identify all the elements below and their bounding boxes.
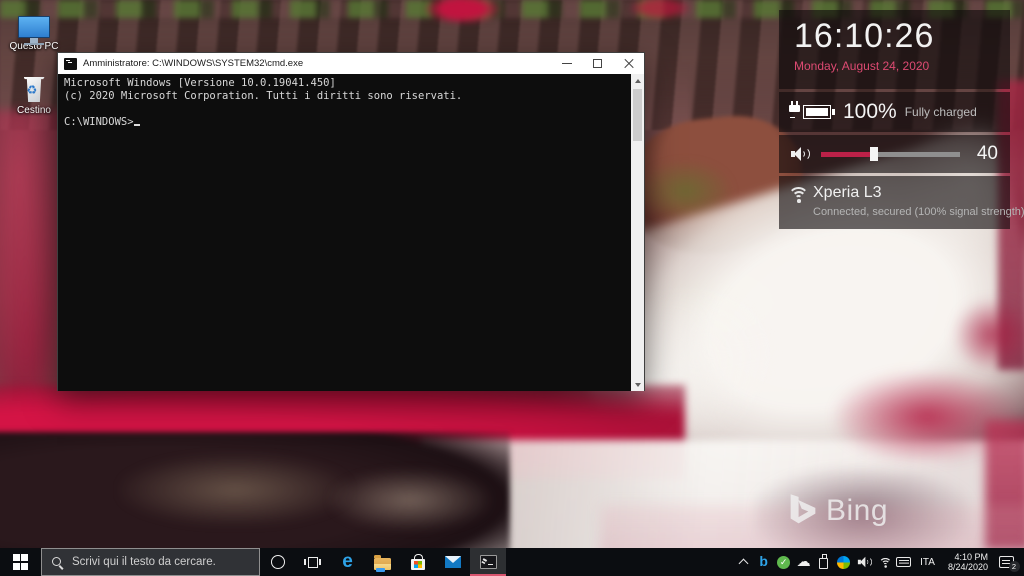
taskbar-task-view-button[interactable] [295, 548, 330, 576]
volume-fill [821, 152, 874, 157]
start-button[interactable] [0, 548, 41, 576]
maximize-button[interactable] [582, 53, 613, 74]
terminal-prompt-line: C:\WINDOWS> [64, 116, 624, 129]
cmd-icon [64, 58, 77, 70]
bing-watermark: Bing [788, 492, 888, 530]
file-explorer-icon [374, 558, 391, 570]
tray-time: 4:10 PM [948, 552, 988, 562]
taskbar-edge-button[interactable] [330, 548, 365, 576]
cloud-icon [797, 553, 811, 571]
terminal-output[interactable]: Microsoft Windows [Versione 10.0.19041.4… [58, 74, 644, 391]
green-check-icon [777, 556, 790, 569]
network-status: Connected, secured (100% signal strength… [813, 206, 1024, 218]
tray-bing-button[interactable] [756, 551, 771, 573]
wifi-icon [879, 557, 888, 568]
search-placeholder-text: Scrivi qui il testo da cercare. [72, 556, 216, 568]
tray-onedrive-button[interactable] [796, 551, 811, 573]
wallpaper-texture [120, 455, 350, 525]
command-prompt-icon [480, 555, 497, 569]
clock-time: 16:10:26 [794, 17, 1010, 55]
wallpaper-texture [425, 0, 500, 24]
cmd-window: Amministratore: C:\WINDOWS\SYSTEM32\cmd.… [57, 52, 645, 391]
clock-date: Monday, August 24, 2020 [794, 59, 1010, 73]
tray-touch-keyboard-button[interactable] [896, 551, 911, 573]
volume-value: 40 [972, 143, 998, 165]
tray-network-button[interactable] [876, 551, 891, 573]
terminal-cursor [134, 116, 140, 126]
wallpaper-texture [955, 300, 1024, 370]
tray-antivirus-button[interactable] [776, 551, 791, 573]
action-center-button[interactable]: 2 [997, 551, 1021, 573]
desktop-icon-questo-pc[interactable]: Questo PC [2, 4, 66, 52]
search-icon [51, 556, 64, 569]
speaker-icon[interactable] [791, 146, 811, 162]
desktop-screen: Bing Questo PC ♻ Cestino 16:10:26 Monday… [0, 0, 1024, 576]
taskbar: Scrivi qui il testo da cercare. ITA 4:10… [0, 548, 1024, 576]
close-button[interactable] [613, 53, 644, 74]
network-panel[interactable]: Xperia L3 Connected, secured (100% signa… [779, 176, 1010, 229]
taskbar-cortana-button[interactable] [260, 548, 295, 576]
system-tray: ITA 4:10 PM 8/24/2020 2 [736, 548, 1024, 576]
volume-slider[interactable] [821, 147, 960, 161]
bing-icon [788, 492, 818, 530]
minimize-button[interactable] [551, 53, 582, 74]
taskbar-store-button[interactable] [400, 548, 435, 576]
store-icon [411, 559, 425, 570]
wifi-icon [788, 186, 810, 203]
terminal-line: Microsoft Windows [Versione 10.0.19041.4… [64, 77, 624, 90]
notification-badge: 2 [1009, 561, 1020, 572]
wallpaper-texture [630, 0, 690, 20]
bing-wordmark: Bing [826, 494, 888, 528]
bing-icon [759, 553, 768, 571]
volume-panel: 40 [779, 135, 1010, 173]
notification-icon: 2 [999, 556, 1014, 568]
this-pc-icon [2, 4, 66, 38]
battery-panel: 100% Fully charged [779, 92, 1010, 132]
taskbar-mail-button[interactable] [435, 548, 470, 576]
task-view-icon [304, 556, 321, 569]
network-name: Xperia L3 [813, 184, 882, 202]
battery-charging-icon [789, 102, 833, 122]
terminal-line-blank [64, 103, 624, 116]
usb-device-icon [819, 558, 828, 569]
taskbar-cmd-button[interactable] [470, 548, 506, 576]
keyboard-icon [896, 557, 911, 567]
scrollbar-thumb[interactable] [633, 89, 642, 141]
scroll-down-arrow[interactable] [631, 378, 644, 391]
tray-date: 8/24/2020 [948, 562, 988, 572]
taskbar-search-box[interactable]: Scrivi qui il testo da cercare. [41, 548, 260, 576]
scroll-up-arrow[interactable] [631, 74, 644, 87]
battery-percent: 100% [843, 100, 897, 124]
terminal-line: (c) 2020 Microsoft Corporation. Tutti i … [64, 90, 624, 103]
edge-icon [342, 552, 353, 572]
windows-logo-icon [13, 554, 29, 570]
volume-thumb[interactable] [870, 147, 878, 161]
scrollbar[interactable] [631, 74, 644, 391]
taskbar-file-explorer-button[interactable] [365, 548, 400, 576]
tray-defender-button[interactable] [836, 551, 851, 573]
tray-volume-button[interactable] [856, 551, 871, 573]
chevron-up-icon [739, 559, 749, 569]
cortana-icon [271, 555, 285, 569]
speaker-icon [858, 556, 869, 568]
tray-clock[interactable]: 4:10 PM 8/24/2020 [944, 552, 992, 572]
taskbar-empty-area [506, 548, 736, 576]
hidden-icons-button[interactable] [736, 551, 751, 573]
cmd-titlebar[interactable]: Amministratore: C:\WINDOWS\SYSTEM32\cmd.… [58, 53, 644, 74]
clock-panel: 16:10:26 Monday, August 24, 2020 [779, 10, 1010, 89]
terminal-prompt: C:\WINDOWS> [64, 116, 134, 128]
wallpaper-texture [330, 470, 490, 530]
mail-icon [445, 556, 461, 568]
language-indicator[interactable]: ITA [916, 557, 939, 568]
window-title: Amministratore: C:\WINDOWS\SYSTEM32\cmd.… [83, 58, 551, 69]
windows-defender-icon [837, 556, 850, 569]
battery-status: Fully charged [905, 105, 977, 119]
tray-usb-button[interactable] [816, 551, 831, 573]
